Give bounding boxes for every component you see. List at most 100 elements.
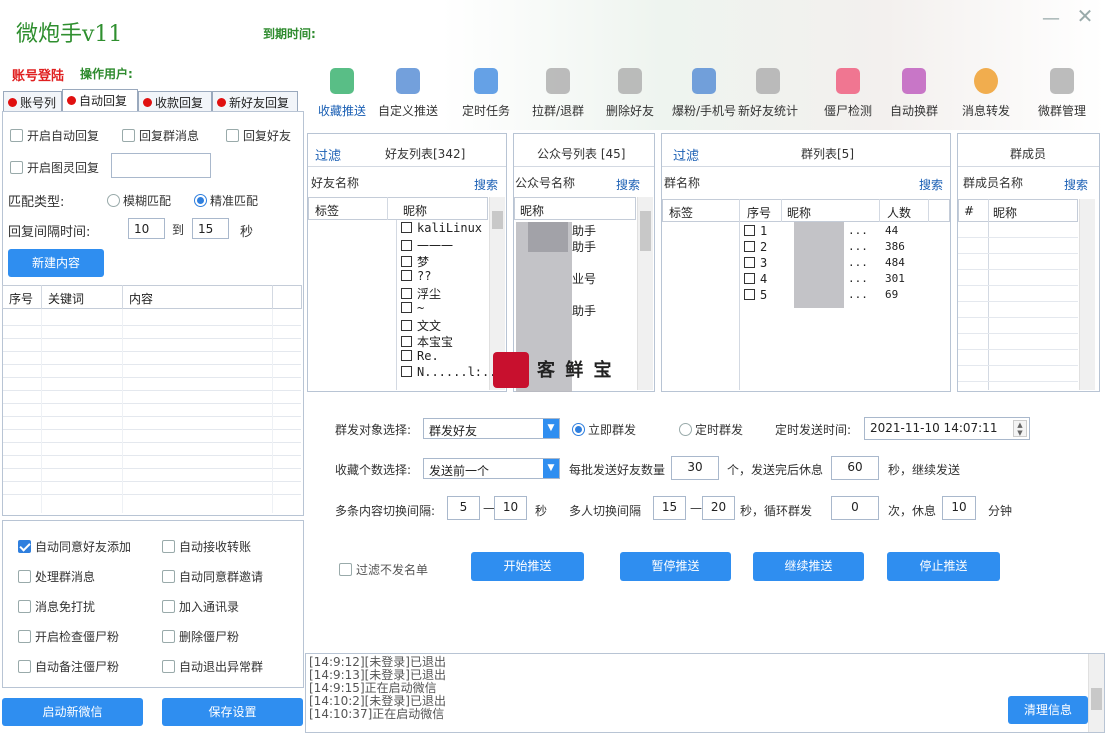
list-item[interactable]: 本宝宝	[401, 333, 453, 350]
checkbox-box	[401, 288, 412, 299]
list-item[interactable]: 梦	[401, 253, 429, 270]
spinner-icon[interactable]: ▲ ▼	[1013, 420, 1027, 437]
turing-key-input[interactable]	[111, 153, 211, 178]
toolbar-label: 定时任务	[461, 104, 510, 118]
tab-auto-reply[interactable]: 自动回复	[62, 89, 138, 112]
toolbar-bookmark-star-button[interactable]: 收藏推送	[306, 66, 378, 119]
table-row[interactable]: 1	[744, 224, 767, 238]
tab-payment-reply[interactable]: 收款回复	[138, 91, 212, 112]
stop-push-button[interactable]: 停止推送	[887, 552, 1000, 581]
list-item[interactable]: 业号	[572, 270, 596, 287]
group-search-link[interactable]: 搜索	[919, 176, 943, 193]
zombie-face-icon	[832, 66, 864, 98]
chevron-down-icon[interactable]: ▼	[543, 459, 559, 478]
toolbar-new-user-button[interactable]: 新好友统计	[732, 66, 804, 119]
option-checkbox[interactable]: 加入通讯录	[162, 598, 239, 615]
new-content-button[interactable]: 新建内容	[8, 249, 104, 277]
option-checkbox[interactable]: 自动退出异常群	[162, 658, 263, 675]
target-select[interactable]: 群发好友 ▼	[423, 418, 560, 439]
list-item[interactable]: 一一一	[401, 237, 453, 254]
rest-seconds-input[interactable]: 60	[831, 456, 879, 480]
checkbox-box	[226, 129, 239, 142]
option-checkbox[interactable]: 自动同意好友添加	[18, 538, 131, 555]
minimize-button[interactable]: —	[1040, 8, 1062, 29]
exact-match-radio[interactable]: 精准匹配	[194, 192, 258, 209]
official-scrollbar[interactable]	[637, 197, 653, 390]
option-checkbox[interactable]: 自动接收转账	[162, 538, 251, 555]
enable-auto-reply-checkbox[interactable]: 开启自动回复	[10, 127, 99, 144]
favorite-count-select[interactable]: 发送前一个 ▼	[423, 458, 560, 479]
option-checkbox[interactable]: 消息免打扰	[18, 598, 95, 615]
multi-interval-to-input[interactable]: 10	[494, 496, 527, 520]
friend-search-link[interactable]: 搜索	[474, 176, 498, 193]
option-checkbox[interactable]: 开启检查僵尸粉	[18, 628, 119, 645]
list-item[interactable]: 助手	[572, 222, 596, 239]
multi-interval-from-input[interactable]: 5	[447, 496, 480, 520]
log-scrollbar[interactable]	[1088, 654, 1104, 732]
scroll-thumb[interactable]	[1091, 688, 1102, 710]
toolbar-contact-card-button[interactable]: 爆粉/手机号	[668, 66, 740, 119]
send-timed-radio[interactable]: 定时群发	[679, 421, 743, 438]
list-item[interactable]: 助手	[572, 238, 596, 255]
list-item[interactable]: N......l:...	[401, 365, 504, 379]
table-row[interactable]: 3	[744, 256, 767, 270]
account-login-link[interactable]: 账号登陆	[12, 65, 64, 84]
option-checkbox[interactable]: 自动备注僵尸粉	[18, 658, 119, 675]
list-item[interactable]: 浮尘	[401, 285, 441, 302]
start-new-wechat-button[interactable]: 启动新微信	[2, 698, 143, 726]
list-item[interactable]: 文文	[401, 317, 441, 334]
pause-push-button[interactable]: 暂停推送	[620, 552, 731, 581]
toolbar-gear-button[interactable]: 微群管理	[1026, 66, 1098, 119]
person-interval-from-input[interactable]: 15	[653, 496, 686, 520]
toolbar-label: 收藏推送	[317, 104, 366, 118]
loop-count-input[interactable]: 0	[831, 496, 879, 520]
start-push-button[interactable]: 开始推送	[471, 552, 584, 581]
scroll-thumb[interactable]	[492, 211, 503, 229]
toolbar-id-card-button[interactable]: 定时任务	[450, 66, 522, 119]
option-checkbox[interactable]: 删除僵尸粉	[162, 628, 239, 645]
checkbox-box	[401, 366, 412, 377]
filter-blacklist-checkbox[interactable]: 过滤不发名单	[339, 561, 428, 578]
list-item[interactable]: Re.	[401, 349, 439, 363]
member-search-link[interactable]: 搜索	[1064, 176, 1088, 193]
fuzzy-match-radio[interactable]: 模糊匹配	[107, 192, 171, 209]
option-checkbox[interactable]: 自动同意群邀请	[162, 568, 263, 585]
table-row[interactable]: 5	[744, 288, 767, 302]
group-filter-link[interactable]: 过滤	[673, 145, 699, 164]
break-unit-label: 分钟	[988, 504, 1013, 518]
toolbar-send-plane-button[interactable]: 自定义推送	[372, 66, 444, 119]
reply-friend-checkbox[interactable]: 回复好友	[226, 127, 291, 144]
interval-from-input[interactable]: 10	[128, 218, 165, 239]
toolbar-remove-user-button[interactable]: 删除好友	[594, 66, 666, 119]
toolbar-document-button[interactable]: 自动换群	[878, 66, 950, 119]
scroll-thumb[interactable]	[640, 211, 651, 251]
tab-account-list[interactable]: 账号列	[3, 91, 62, 112]
toolbar-circles-button[interactable]: 消息转发	[950, 66, 1022, 119]
resume-push-button[interactable]: 继续推送	[753, 552, 864, 581]
clear-log-button[interactable]: 清理信息	[1008, 696, 1088, 724]
enable-turing-reply-checkbox[interactable]: 开启图灵回复	[10, 159, 99, 176]
option-checkbox[interactable]: 处理群消息	[18, 568, 95, 585]
batch-count-input[interactable]: 30	[671, 456, 719, 480]
save-settings-button[interactable]: 保存设置	[162, 698, 303, 726]
datetime-picker[interactable]: 2021-11-10 14:07:11 ▲ ▼	[864, 417, 1030, 440]
list-item[interactable]: ??	[401, 269, 431, 283]
list-item[interactable]: 助手	[572, 302, 596, 319]
interval-to-input[interactable]: 15	[192, 218, 229, 239]
break-minutes-input[interactable]: 10	[942, 496, 976, 520]
official-search-link[interactable]: 搜索	[616, 176, 640, 193]
table-row[interactable]: 4	[744, 272, 767, 286]
table-row[interactable]: 2	[744, 240, 767, 254]
chevron-down-icon[interactable]: ▼	[543, 419, 559, 438]
list-item[interactable]: kaliLinux	[401, 221, 482, 235]
list-item[interactable]: ~	[401, 301, 424, 315]
toolbar-zombie-face-button[interactable]: 僵尸检测	[812, 66, 884, 119]
tab-new-friend-reply[interactable]: 新好友回复	[212, 91, 298, 112]
friend-filter-link[interactable]: 过滤	[315, 145, 341, 164]
reply-group-checkbox[interactable]: 回复群消息	[122, 127, 199, 144]
send-now-radio[interactable]: 立即群发	[572, 421, 636, 438]
person-interval-to-input[interactable]: 20	[702, 496, 735, 520]
member-scrollbar[interactable]	[1079, 199, 1095, 390]
toolbar-users-button[interactable]: 拉群/退群	[522, 66, 594, 119]
close-button[interactable]: ✕	[1074, 4, 1096, 28]
